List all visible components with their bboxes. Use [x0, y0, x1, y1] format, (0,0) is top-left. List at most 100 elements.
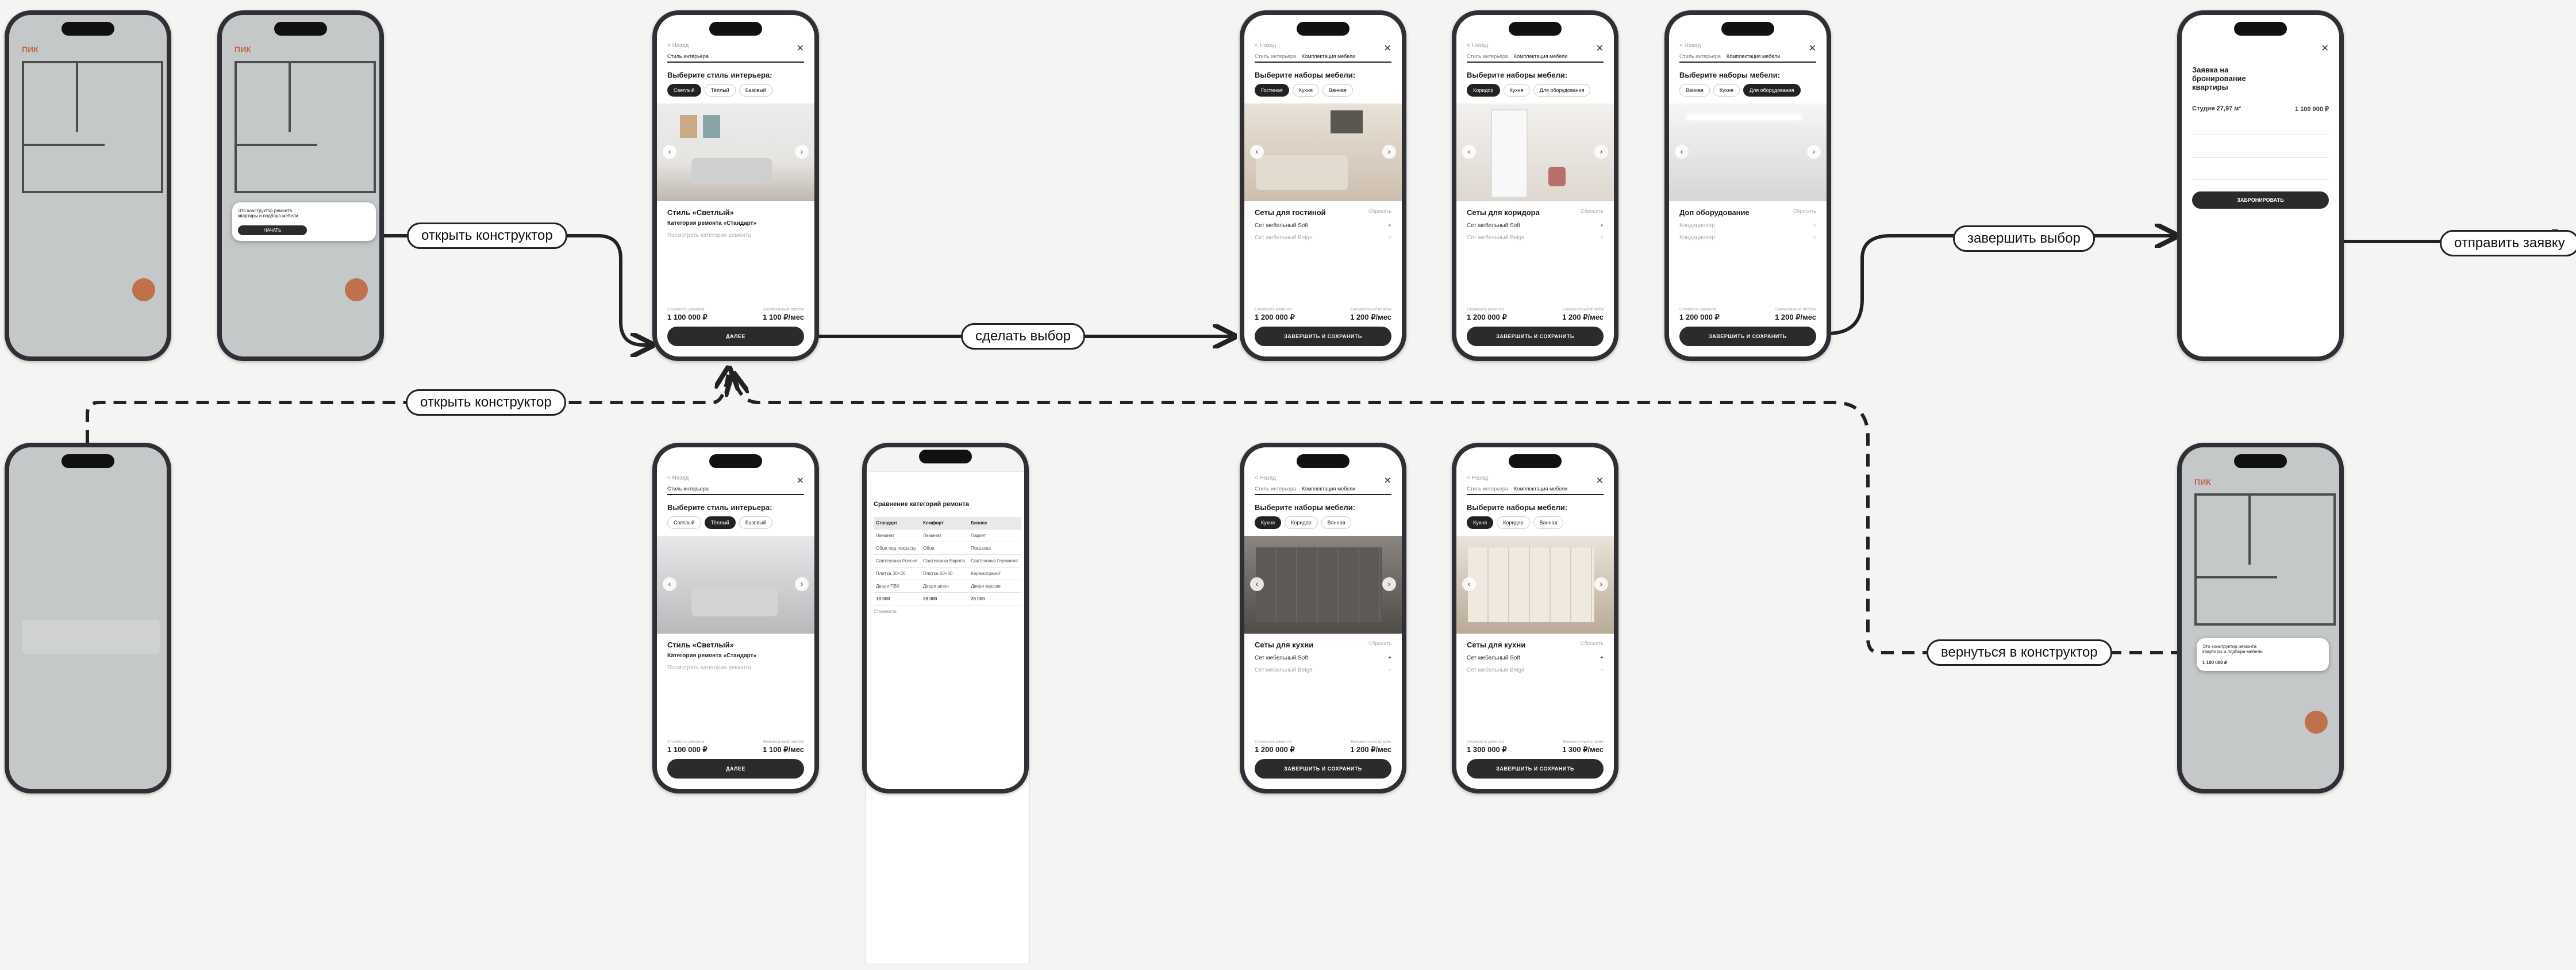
- chip-room-3[interactable]: Ванная: [1322, 84, 1353, 97]
- phone-equipment: < Назад ✕ Стиль интерьера Комплектация ме…: [1664, 10, 1831, 361]
- next-arrow-icon[interactable]: ›: [795, 577, 809, 591]
- name-field[interactable]: [2192, 121, 2329, 135]
- chip-room-3[interactable]: Ванная: [1321, 516, 1352, 529]
- phone-hall: < Назад ✕ Стиль интерьера Комплектация ме…: [1452, 10, 1618, 361]
- next-arrow-icon[interactable]: ›: [1807, 145, 1821, 159]
- back-link[interactable]: < Назад: [1467, 475, 1604, 481]
- next-button[interactable]: ДАЛЕЕ: [667, 759, 804, 779]
- chip-room-2[interactable]: Коридор: [1497, 516, 1530, 529]
- back-link[interactable]: < Назад: [667, 43, 804, 49]
- close-icon[interactable]: ✕: [797, 43, 804, 54]
- chip-room-3[interactable]: Ванная: [1533, 516, 1564, 529]
- categories-link[interactable]: Посмотреть категории ремонта: [667, 232, 804, 239]
- next-arrow-icon[interactable]: ›: [1382, 145, 1396, 159]
- phone-field[interactable]: [2192, 143, 2329, 158]
- set-item[interactable]: Сет мебельный Beige ○: [1255, 235, 1391, 241]
- next-arrow-icon[interactable]: ›: [1594, 145, 1608, 159]
- tab-style[interactable]: Стиль интерьера: [1679, 53, 1721, 59]
- close-icon[interactable]: ✕: [1809, 43, 1816, 54]
- next-arrow-icon[interactable]: ›: [1594, 577, 1608, 591]
- tab-style[interactable]: Стиль интерьера: [1255, 53, 1296, 59]
- chip-style-1[interactable]: Светлый: [667, 516, 701, 529]
- back-link[interactable]: < Назад: [1679, 43, 1816, 49]
- kitchen-photo: ‹ ›: [1244, 536, 1402, 634]
- finish-save-button[interactable]: ЗАВЕРШИТЬ И СОХРАНИТЬ: [1467, 327, 1604, 346]
- set-title: Сеты для гостиной Сбросить: [1255, 208, 1391, 217]
- chip-room-1[interactable]: Гостиная: [1255, 84, 1289, 97]
- prev-arrow-icon[interactable]: ‹: [1250, 145, 1264, 159]
- email-field[interactable]: [2192, 166, 2329, 180]
- set-item[interactable]: Сет мебельный Beige ○: [1467, 235, 1604, 241]
- label-finish-choice: завершить выбор: [1953, 225, 2095, 252]
- chip-room-1[interactable]: Кухня: [1467, 516, 1494, 529]
- tab-furniture[interactable]: Комплектация мебели: [1302, 53, 1355, 59]
- set-title: Сеты для коридора Сбросить: [1467, 208, 1604, 217]
- tab-furniture[interactable]: Комплектация мебели: [1514, 53, 1567, 59]
- book-button[interactable]: ЗАБРОНИРОВАТЬ: [2192, 191, 2329, 209]
- next-arrow-icon[interactable]: ›: [1382, 577, 1396, 591]
- set-item[interactable]: Сет мебельный Soft +: [1255, 655, 1391, 661]
- chip-room-2[interactable]: Кухня: [1292, 84, 1319, 97]
- next-button[interactable]: ДАЛЕЕ: [667, 327, 804, 346]
- furniture-heading: Выберите наборы мебели:: [1255, 71, 1356, 79]
- finish-save-button[interactable]: ЗАВЕРШИТЬ И СОХРАНИТЬ: [1679, 327, 1816, 346]
- prev-arrow-icon[interactable]: ‹: [663, 145, 676, 159]
- finish-save-button[interactable]: ЗАВЕРШИТЬ И СОХРАНИТЬ: [1467, 759, 1604, 779]
- close-icon[interactable]: ✕: [1596, 475, 1604, 486]
- tab-style[interactable]: Стиль интерьера: [667, 53, 709, 59]
- chip-room-2[interactable]: Кухня: [1713, 84, 1740, 97]
- back-link[interactable]: < Назад: [667, 475, 804, 481]
- chip-style-3[interactable]: Базовый: [739, 84, 772, 97]
- interior-photo: ‹ ›: [657, 536, 814, 634]
- prev-arrow-icon[interactable]: ‹: [663, 577, 676, 591]
- prev-arrow-icon[interactable]: ‹: [1250, 577, 1264, 591]
- set-item[interactable]: Сет мебельный Soft +: [1467, 223, 1604, 229]
- tab-style[interactable]: Стиль интерьера: [1467, 486, 1508, 492]
- chip-style-1[interactable]: Светлый: [667, 84, 701, 97]
- chip-room-1[interactable]: Кухня: [1255, 516, 1282, 529]
- chip-room-1[interactable]: Коридор: [1467, 84, 1500, 97]
- kitchen-photo: ‹ ›: [1456, 536, 1614, 634]
- next-arrow-icon[interactable]: ›: [795, 145, 809, 159]
- chip-room-2[interactable]: Кухня: [1503, 84, 1530, 97]
- chip-room-1[interactable]: Ванная: [1679, 84, 1710, 97]
- chip-room-3[interactable]: Для оборудования: [1743, 84, 1801, 97]
- tab-style[interactable]: Стиль интерьера: [667, 486, 709, 492]
- tab-furniture[interactable]: Комплектация мебели: [1727, 53, 1780, 59]
- back-link[interactable]: < Назад: [1255, 475, 1391, 481]
- set-item[interactable]: Кондиционер ○: [1679, 235, 1816, 241]
- chip-style-2[interactable]: Тёплый: [704, 516, 736, 529]
- set-item[interactable]: Сет мебельный Beige ○: [1255, 667, 1391, 673]
- close-icon[interactable]: ✕: [2321, 43, 2329, 54]
- close-icon[interactable]: ✕: [1384, 43, 1391, 54]
- close-icon[interactable]: ✕: [1596, 43, 1604, 54]
- set-item[interactable]: Сет мебельный Beige ○: [1467, 667, 1604, 673]
- tab-furniture[interactable]: Комплектация мебели: [1514, 486, 1567, 492]
- set-item[interactable]: Сет мебельный Soft +: [1255, 223, 1391, 229]
- tab-furniture[interactable]: Комплектация мебели: [1302, 486, 1355, 492]
- tab-style[interactable]: Стиль интерьера: [1467, 53, 1508, 59]
- set-item[interactable]: Сет мебельный Soft +: [1467, 655, 1604, 661]
- chip-style-3[interactable]: Базовый: [739, 516, 772, 529]
- chip-room-2[interactable]: Коридор: [1285, 516, 1318, 529]
- toast-start-button[interactable]: НАЧАТЬ: [238, 225, 307, 235]
- close-icon[interactable]: ✕: [1384, 475, 1391, 486]
- prev-arrow-icon[interactable]: ‹: [1462, 145, 1476, 159]
- finish-save-button[interactable]: ЗАВЕРШИТЬ И СОХРАНИТЬ: [1255, 759, 1391, 779]
- chip-style-2[interactable]: Тёплый: [704, 84, 736, 97]
- style-title: Стиль «Светлый»: [667, 208, 734, 217]
- categories-link[interactable]: Посмотреть категории ремонта: [667, 665, 804, 671]
- toast-text: Это конструктор ремонта квартиры и подбо…: [238, 208, 298, 218]
- prev-arrow-icon[interactable]: ‹: [1462, 577, 1476, 591]
- label-open-constructor-2: открыть конструктор: [406, 389, 566, 416]
- back-link[interactable]: < Назад: [1255, 43, 1391, 49]
- prev-arrow-icon[interactable]: ‹: [1675, 145, 1689, 159]
- phone-compare-frame: [862, 443, 1029, 793]
- close-icon[interactable]: ✕: [797, 475, 804, 486]
- tab-style[interactable]: Стиль интерьера: [1255, 486, 1296, 492]
- finish-save-button[interactable]: ЗАВЕРШИТЬ И СОХРАНИТЬ: [1255, 327, 1391, 346]
- style-heading: Выберите стиль интерьера:: [667, 71, 772, 79]
- set-item[interactable]: Кондиционер ○: [1679, 223, 1816, 229]
- back-link[interactable]: < Назад: [1467, 43, 1604, 49]
- chip-room-3[interactable]: Для оборудования: [1533, 84, 1591, 97]
